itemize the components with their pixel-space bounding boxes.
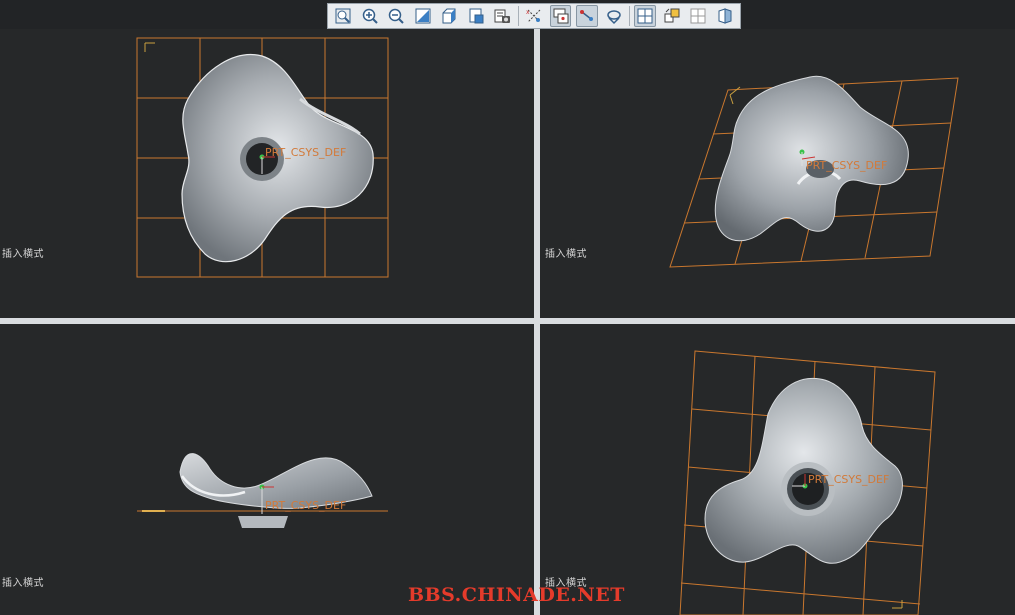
csys-display-button[interactable] xyxy=(576,5,598,27)
repaint-button[interactable] xyxy=(412,5,434,27)
view-manager-icon xyxy=(494,9,511,23)
toolbar-separator xyxy=(517,6,519,26)
csys-label: PRT_CSYS_DEF xyxy=(265,499,347,512)
datum-display-button[interactable]: x xyxy=(523,5,545,27)
csys-label: PRT_CSYS_DEF xyxy=(265,146,347,159)
viewport-top-left[interactable]: PRT_CSYS_DEF 插入横式 xyxy=(0,29,534,318)
csys-label: PRT_CSYS_DEF xyxy=(806,159,888,172)
view-layout-button[interactable] xyxy=(661,5,683,27)
section-view-button[interactable] xyxy=(714,5,736,27)
saved-orientations-icon xyxy=(469,8,484,24)
view-layout-icon xyxy=(664,8,680,23)
viewport-label: 插入横式 xyxy=(2,249,44,260)
repaint-icon xyxy=(415,8,431,24)
viewport-top-right[interactable]: PRT_CSYS_DEF 插入横式 xyxy=(540,29,1015,318)
viewport-bottom-right[interactable]: PRT_CSYS_DEF 插入横式 xyxy=(540,324,1015,615)
model-top-view xyxy=(136,37,389,278)
model-bottom-view xyxy=(679,350,936,615)
watermark-text: BBS.CHINADE.NET xyxy=(408,584,625,606)
viewport-bottom-left[interactable]: PRT_CSYS_DEF 插入横式 xyxy=(0,324,534,615)
multi-viewport-icon xyxy=(637,8,653,24)
viewport-label: 插入横式 xyxy=(545,249,587,260)
refit-icon xyxy=(335,8,351,24)
refit-button[interactable] xyxy=(333,5,355,27)
zoom-in-icon xyxy=(362,8,378,24)
view-manager-button[interactable] xyxy=(492,5,514,27)
display-style-button[interactable] xyxy=(439,5,461,27)
zoom-out-button[interactable] xyxy=(386,5,408,27)
multi-viewport-button[interactable] xyxy=(634,5,656,27)
annotation-display-button[interactable] xyxy=(603,5,625,27)
model-front-view xyxy=(137,453,388,528)
svg-text:x: x xyxy=(526,9,530,16)
saved-orientations-button[interactable] xyxy=(465,5,487,27)
view-triad xyxy=(144,42,155,52)
viewport-label: 插入横式 xyxy=(2,578,44,589)
section-view-icon xyxy=(718,8,732,24)
spin-center-icon xyxy=(553,8,568,24)
view-toolbar: x xyxy=(327,3,741,29)
zoom-out-icon xyxy=(389,8,405,24)
datum-display-icon: x xyxy=(526,9,541,23)
csys-display-icon xyxy=(580,10,594,21)
csys-label: PRT_CSYS_DEF xyxy=(808,473,890,486)
toolbar-separator xyxy=(628,6,630,26)
display-style-icon xyxy=(442,8,456,24)
spin-center-button[interactable] xyxy=(549,5,572,27)
single-view-icon xyxy=(690,8,706,24)
zoom-in-button[interactable] xyxy=(359,5,381,27)
single-view-button[interactable] xyxy=(687,5,709,27)
model-isometric-view xyxy=(669,75,959,268)
annotation-display-icon xyxy=(606,10,621,25)
